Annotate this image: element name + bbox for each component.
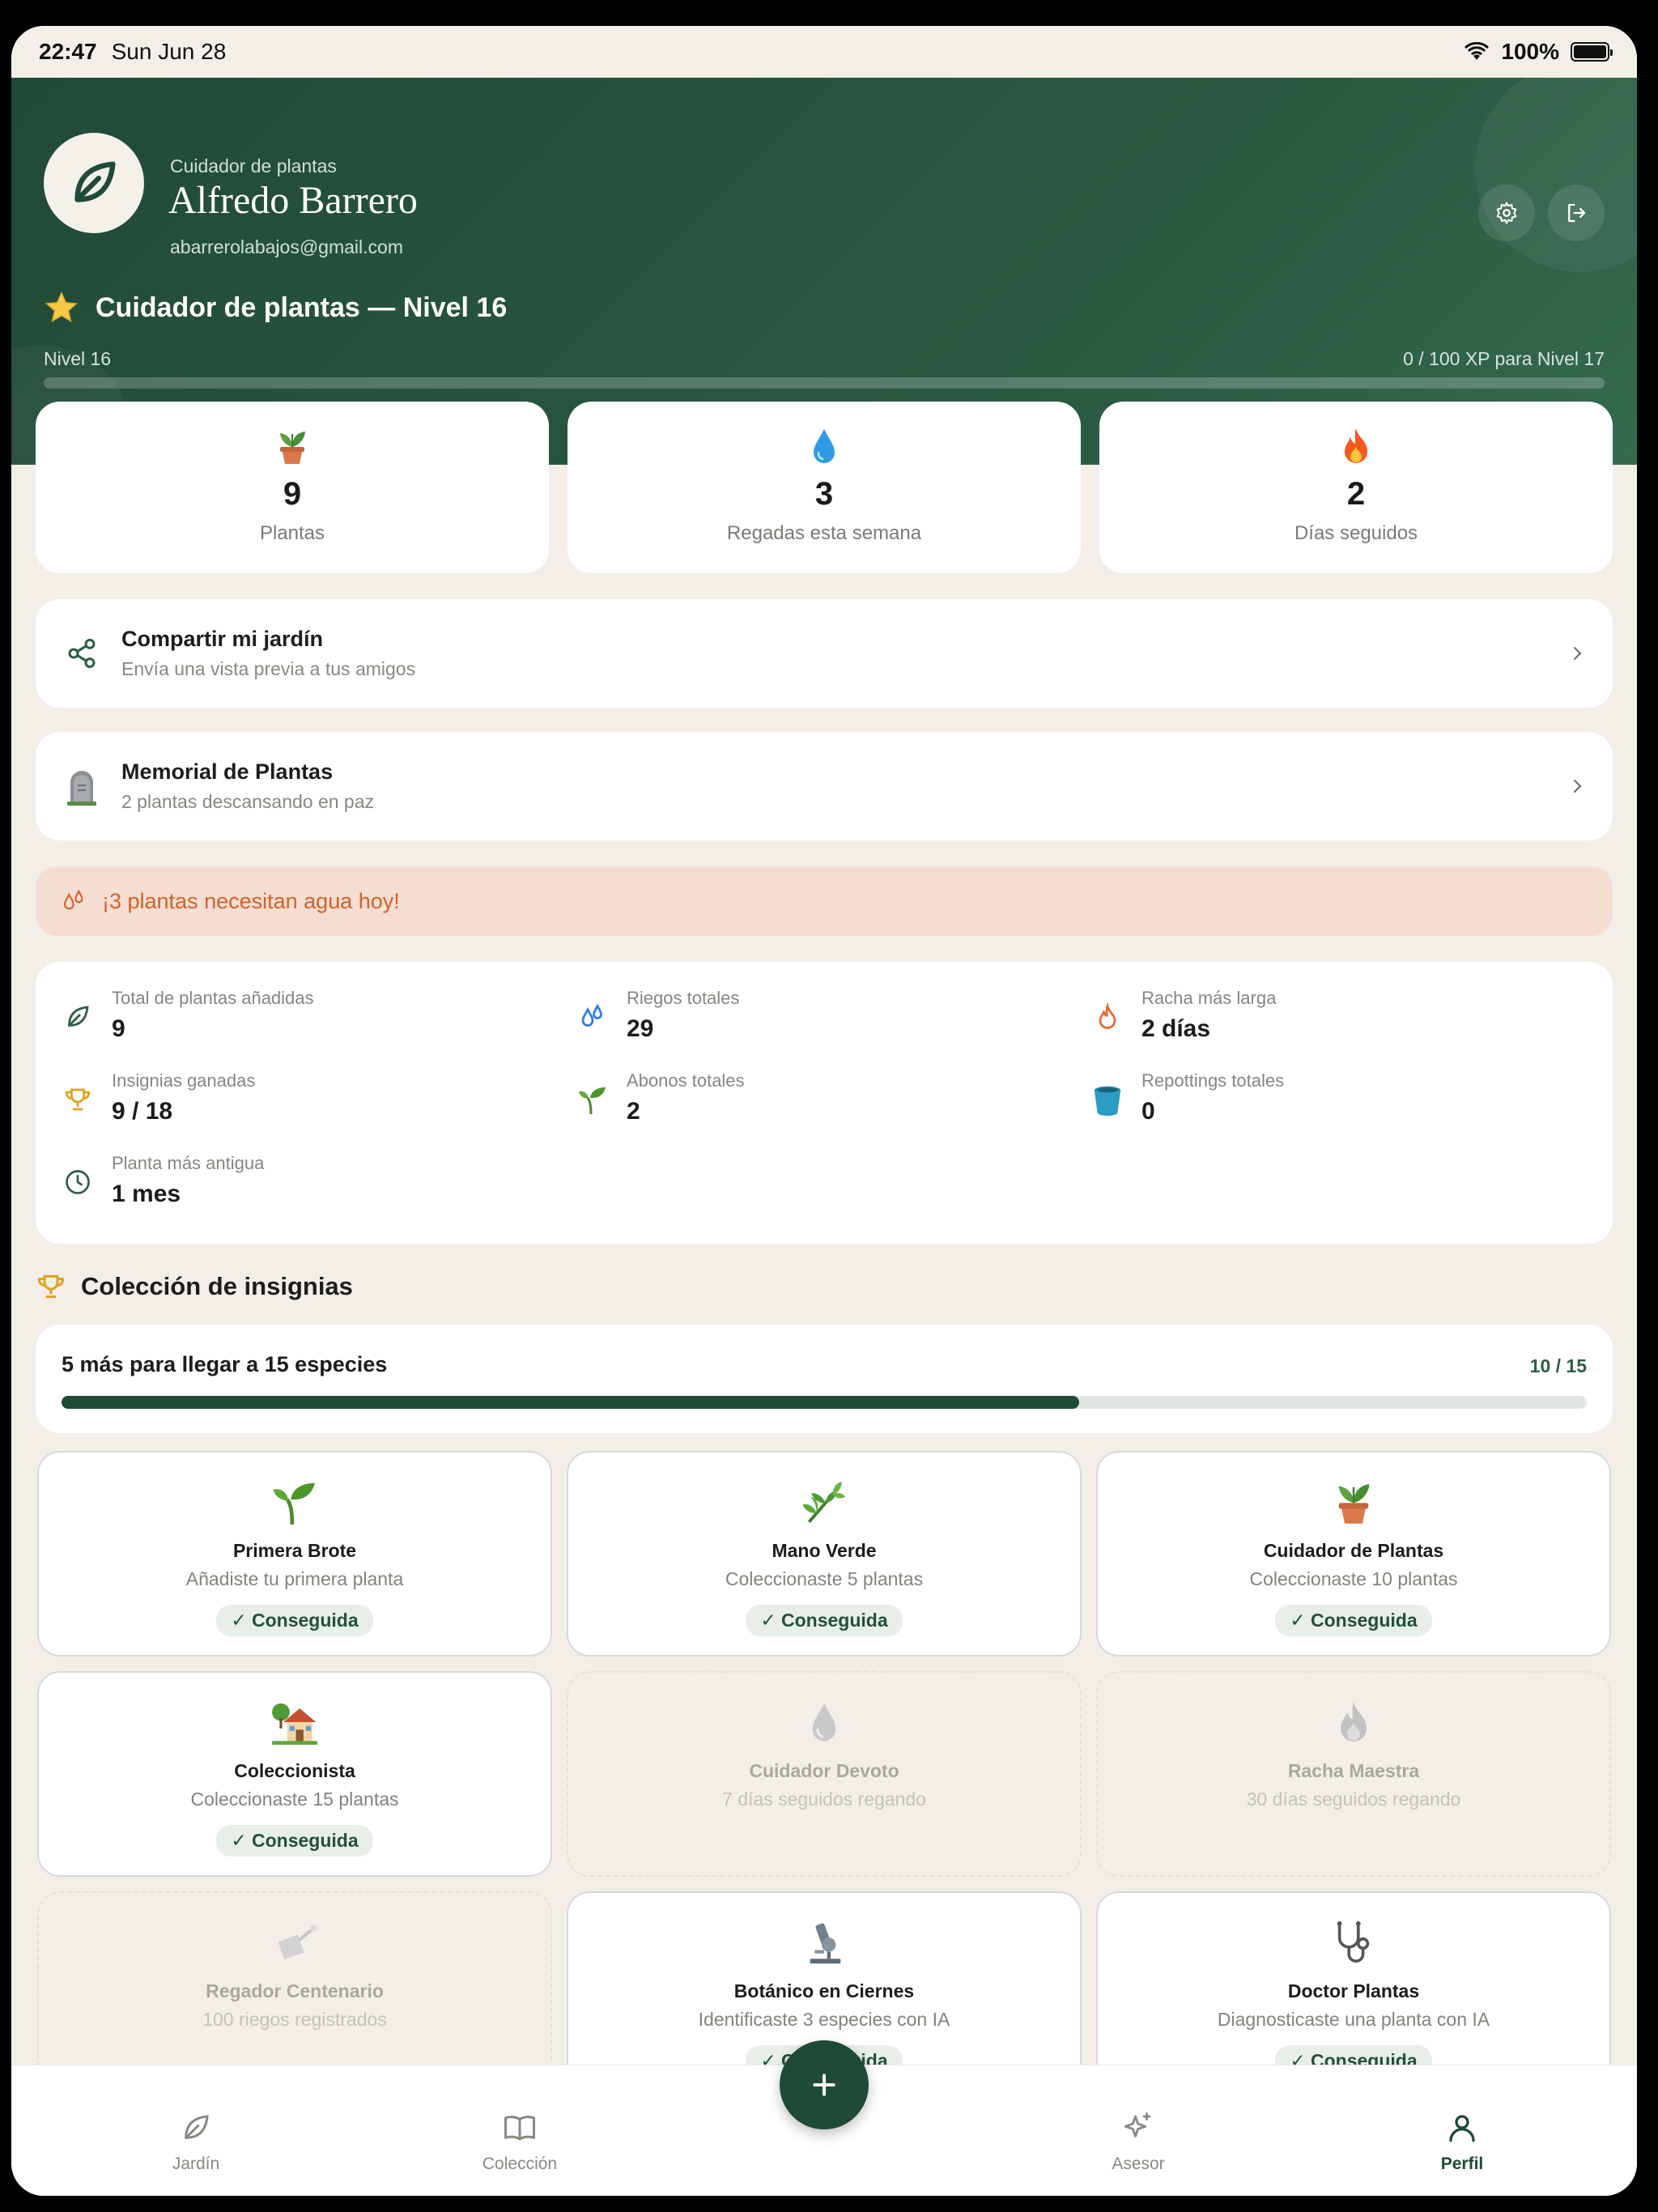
xp-progress-bar bbox=[44, 377, 1605, 389]
water-drop-icon bbox=[812, 1703, 836, 1742]
flame-icon bbox=[1099, 1002, 1116, 1029]
status-bar: 22:47 Sun Jun 28 100% bbox=[11, 26, 1637, 78]
status-date: Sun Jun 28 bbox=[111, 39, 227, 64]
earned-chip: ✓ Conseguida bbox=[746, 1605, 903, 1636]
badge-card[interactable]: Primera Brote Añadiste tu primera planta… bbox=[37, 1451, 552, 1657]
bucket-icon bbox=[1094, 1086, 1121, 1116]
microscope-icon bbox=[810, 1923, 841, 1964]
fire-icon bbox=[1345, 428, 1367, 463]
tab-profile[interactable]: Perfil bbox=[1381, 2111, 1543, 2174]
badge-card-locked[interactable]: Racha Maestra 30 días seguidos regando bbox=[1096, 1671, 1611, 1877]
app-window: 22:47 Sun Jun 28 100% Cuidador de planta… bbox=[11, 26, 1637, 2196]
profile-role: Cuidador de plantas bbox=[170, 155, 337, 177]
summary-stats-card: Total de plantas añadidas 9 Riegos totale… bbox=[36, 962, 1613, 1244]
earned-chip: ✓ Conseguida bbox=[216, 1605, 373, 1636]
tab-garden[interactable]: Jardín bbox=[115, 2111, 277, 2174]
summary-longest-streak: Racha más larga 2 días bbox=[1091, 988, 1276, 1043]
stat-label: Regadas esta semana bbox=[726, 522, 922, 544]
summary-fertilizings: Abonos totales 2 bbox=[576, 1070, 745, 1125]
badge-card[interactable]: Mano Verde Coleccionaste 5 plantas ✓ Con… bbox=[567, 1451, 1082, 1657]
memorial-title: Memorial de Plantas bbox=[121, 759, 334, 784]
stat-card-watered[interactable]: 3 Regadas esta semana bbox=[568, 402, 1081, 573]
summary-badges: Insignias ganadas 9 / 18 bbox=[62, 1070, 255, 1125]
settings-button[interactable] bbox=[1478, 185, 1535, 241]
droplets-icon bbox=[581, 1003, 602, 1027]
wifi-icon bbox=[1465, 42, 1490, 60]
clock-icon bbox=[66, 1170, 90, 1194]
sparkles-icon bbox=[1124, 2112, 1151, 2138]
summary-repottings: Repottings totales 0 bbox=[1091, 1070, 1284, 1125]
battery-icon bbox=[1571, 42, 1613, 62]
species-progress-text: 5 más para llegar a 15 especies bbox=[62, 1352, 388, 1376]
level-title: Cuidador de plantas — Nivel 16 bbox=[44, 290, 507, 325]
droplets-icon bbox=[63, 889, 83, 910]
badge-card-locked[interactable]: Cuidador Devoto 7 días seguidos regando bbox=[567, 1671, 1082, 1877]
memorial-subtitle: 2 plantas descansando en paz bbox=[121, 791, 375, 812]
watering-can-icon bbox=[278, 1925, 317, 1960]
species-progress-card: 5 más para llegar a 15 especies 10 / 15 bbox=[36, 1325, 1613, 1433]
stat-value: 2 bbox=[1346, 476, 1366, 512]
badge-card[interactable]: Cuidador de Plantas Coleccionaste 10 pla… bbox=[1096, 1451, 1611, 1657]
chevron-right-icon bbox=[1574, 647, 1582, 660]
stat-value: 3 bbox=[814, 476, 834, 512]
xp-label: 0 / 100 XP para Nivel 17 bbox=[1403, 348, 1605, 369]
leaf-icon bbox=[185, 2115, 209, 2139]
level-label: Nivel 16 bbox=[44, 348, 112, 369]
water-drop-icon bbox=[814, 429, 835, 463]
trophy-icon bbox=[38, 1274, 64, 1299]
herb-icon bbox=[802, 1482, 846, 1524]
stat-label: Plantas bbox=[259, 522, 325, 544]
share-icon bbox=[68, 638, 96, 669]
status-time: 22:47 bbox=[39, 39, 97, 64]
logout-button[interactable] bbox=[1548, 185, 1605, 241]
stat-card-plants[interactable]: 9 Plantas bbox=[36, 402, 549, 573]
chevron-right-icon bbox=[1574, 780, 1582, 793]
book-icon bbox=[504, 2116, 535, 2141]
summary-waterings: Riegos totales 29 bbox=[576, 988, 739, 1043]
share-title: Compartir mi jardín bbox=[121, 627, 324, 651]
seedling-icon bbox=[579, 1087, 606, 1115]
leaf-icon bbox=[68, 1006, 89, 1027]
user-icon bbox=[1449, 2115, 1475, 2142]
star-icon bbox=[45, 291, 79, 323]
memorial-button[interactable]: Memorial de Plantas 2 plantas descansand… bbox=[36, 732, 1613, 840]
alert-text: ¡3 plantas necesitan agua hoy! bbox=[102, 888, 400, 913]
avatar bbox=[44, 133, 144, 233]
species-progress-count: 10 / 15 bbox=[1529, 1355, 1587, 1376]
add-plant-button[interactable] bbox=[780, 2040, 869, 2129]
seedling-icon bbox=[273, 1482, 315, 1525]
summary-total-plants: Total de plantas añadidas 9 bbox=[62, 988, 314, 1043]
share-garden-button[interactable]: Compartir mi jardín Envía una vista prev… bbox=[36, 599, 1613, 708]
house-garden-icon bbox=[272, 1703, 317, 1745]
trophy-icon bbox=[65, 1088, 91, 1111]
stat-card-streak[interactable]: 2 Días seguidos bbox=[1099, 402, 1613, 573]
profile-email: abarrerolabajos@gmail.com bbox=[170, 236, 403, 257]
tab-advisor[interactable]: Asesor bbox=[1057, 2111, 1219, 2174]
battery-percent: 100% bbox=[1501, 39, 1559, 64]
earned-chip: ✓ Conseguida bbox=[216, 1825, 373, 1857]
stat-label: Días seguidos bbox=[1294, 522, 1418, 544]
tab-collection[interactable]: Colección bbox=[439, 2111, 601, 2174]
summary-oldest-plant: Planta más antigua 1 mes bbox=[62, 1153, 264, 1208]
profile-name: Alfredo Barrero bbox=[168, 179, 418, 222]
species-progress-bar bbox=[62, 1396, 1587, 1409]
badge-card[interactable]: Coleccionista Coleccionaste 15 plantas ✓… bbox=[37, 1671, 552, 1877]
earned-chip: ✓ Conseguida bbox=[1275, 1605, 1432, 1636]
plus-icon bbox=[813, 2074, 835, 2096]
water-alert[interactable]: ¡3 plantas necesitan agua hoy! bbox=[36, 866, 1613, 936]
stethoscope-icon bbox=[1337, 1921, 1370, 1963]
headstone-icon bbox=[67, 771, 96, 806]
leaf-icon bbox=[74, 161, 116, 202]
fire-icon bbox=[1341, 1702, 1367, 1742]
stat-value: 9 bbox=[283, 476, 302, 512]
gear-icon bbox=[1496, 202, 1517, 224]
potted-plant-icon bbox=[1338, 1484, 1370, 1524]
badges-section-title: Colección de insignias bbox=[36, 1271, 353, 1302]
logout-icon bbox=[1568, 203, 1586, 223]
share-subtitle: Envía una vista previa a tus amigos bbox=[121, 658, 416, 679]
potted-plant-icon bbox=[280, 432, 305, 464]
